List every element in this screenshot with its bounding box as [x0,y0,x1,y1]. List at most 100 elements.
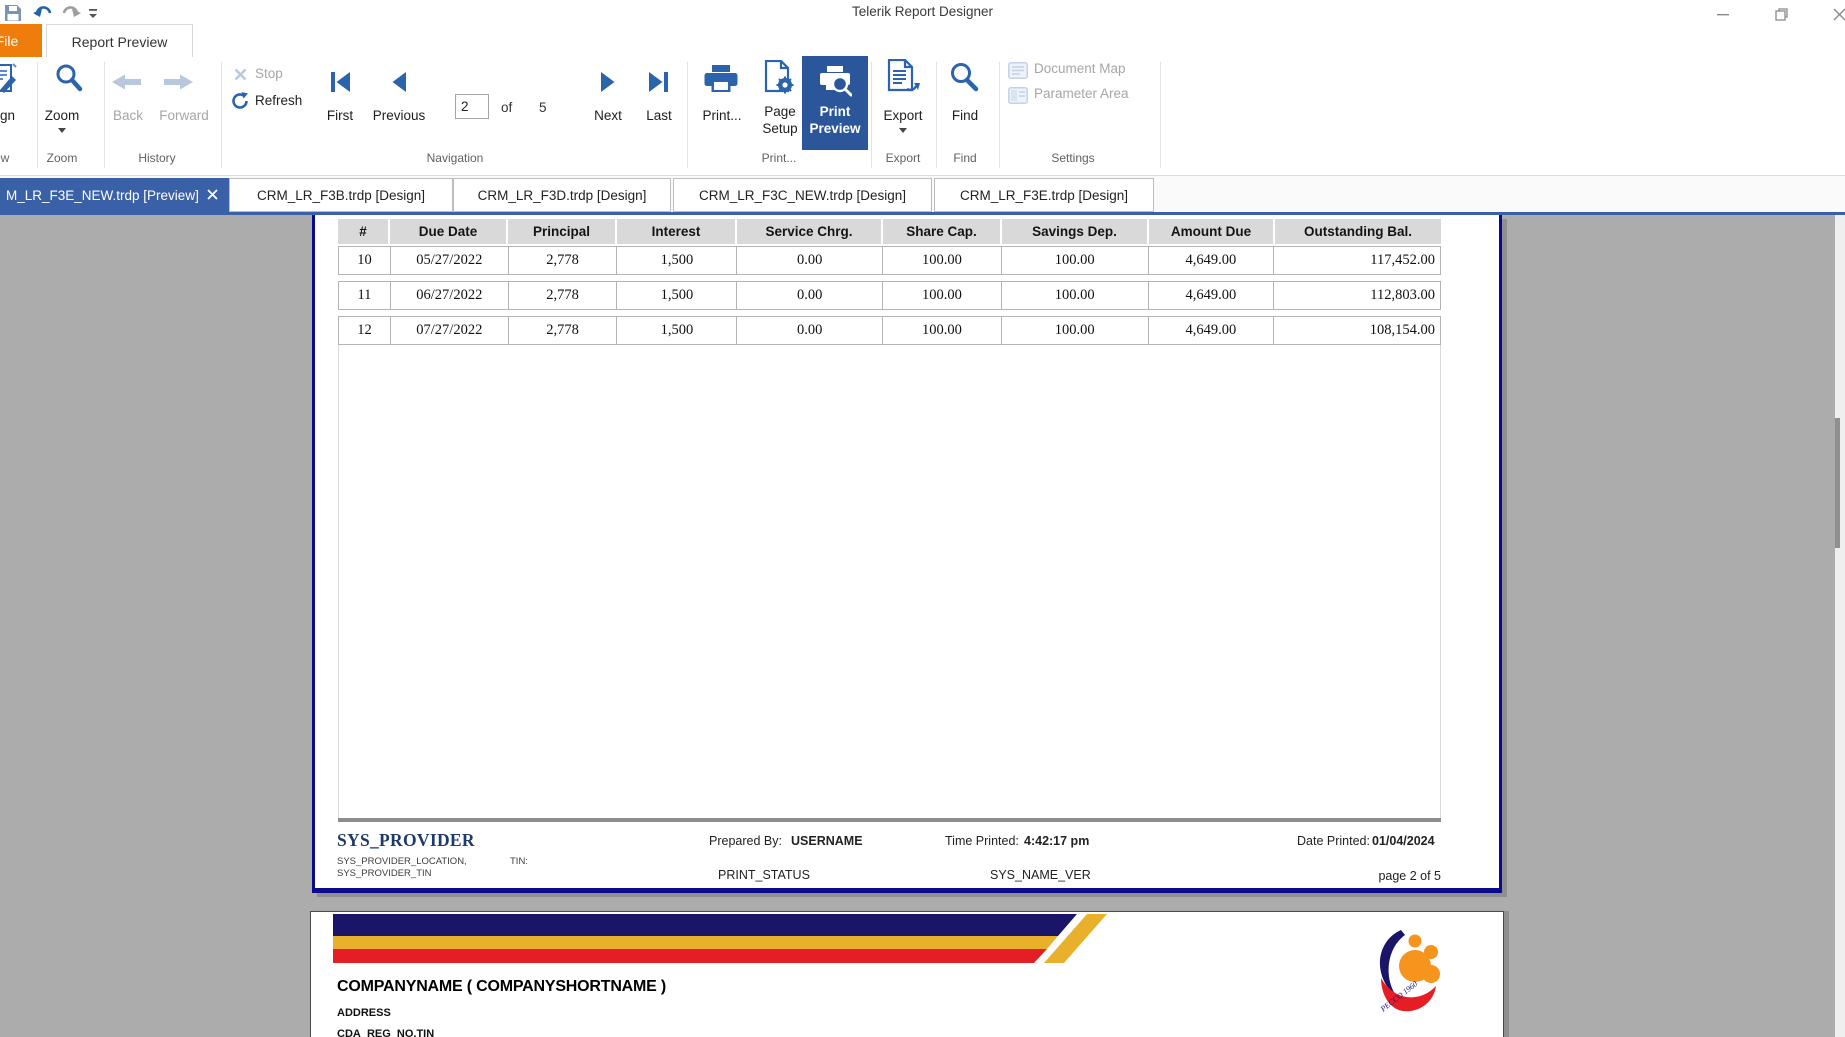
last-button[interactable]: Last [637,108,681,123]
footer-provider-location: SYS_PROVIDER_LOCATION, [337,856,467,867]
footer-provider: SYS_PROVIDER [337,830,475,850]
footer-page-info: page 2 of 5 [1378,869,1441,883]
telerik-report-designer-window: Telerik Report Designer File Report Prev… [0,0,1845,1037]
col-header: Due Date [390,219,508,244]
group-label-navigation: Navigation [426,151,484,165]
refresh-button[interactable]: Refresh [255,93,315,108]
export-icon[interactable] [885,58,921,100]
export-dropdown-icon[interactable] [899,128,907,133]
pecco-logo: PECCO 1960 [1378,930,1440,1014]
tab-close-icon[interactable] [206,188,219,204]
document-map-toggle: Document Map [1034,61,1126,76]
stop-button: Stop [255,66,283,81]
table-row: 12 07/27/2022 2,778 1,500 0.00 100.00 10… [338,316,1441,345]
find-icon[interactable] [949,62,979,97]
zoom-button[interactable]: Zoom [27,108,97,123]
page-of-label: of [501,100,513,115]
zoom-icon[interactable] [55,63,83,98]
col-header: Service Chrg. [737,219,883,244]
print-button[interactable]: Print... [693,108,751,123]
table-row: 10 05/27/2022 2,778 1,500 0.00 100.00 10… [338,246,1441,275]
group-label-zoom: Zoom [46,151,78,165]
back-button: Back [112,108,143,123]
doc-tab-f3b[interactable]: CRM_LR_F3B.trdp [Design] [229,178,453,212]
footer-time-label: Time Printed: [945,834,1019,848]
tab-report-preview[interactable]: Report Preview [46,24,193,58]
table-header-row: # Due Date Principal Interest Service Ch… [338,219,1441,244]
zoom-dropdown-icon[interactable] [58,128,66,133]
vertical-scrollbar[interactable] [1835,215,1845,1037]
restore-icon [1774,7,1788,21]
print-preview-icon [818,64,853,103]
footer-sys-name-ver: SYS_NAME_VER [990,868,1091,882]
doc-tab-f3e[interactable]: CRM_LR_F3E.trdp [Design] [934,178,1154,212]
page-total-label: 5 [539,100,547,115]
minimize-icon [1717,14,1729,16]
footer-print-status: PRINT_STATUS [718,868,810,882]
undo-icon[interactable] [33,5,54,26]
footer-provider-tin: SYS_PROVIDER_TIN [337,868,432,879]
company-address: ADDRESS [337,1007,391,1019]
footer-time-value: 4:42:17 pm [1024,834,1090,848]
company-name: COMPANYNAME ( COMPANYSHORTNAME ) [337,978,666,995]
page-setup-button[interactable]: Page [752,104,808,119]
forward-arrow-icon [163,74,193,95]
window-title: Telerik Report Designer [851,4,994,19]
group-label-export: Export [885,151,921,165]
group-label-history: History [138,151,176,165]
footer-tin-label: TIN: [510,856,528,867]
first-button[interactable]: First [314,108,366,123]
export-button[interactable]: Export [874,108,932,123]
design-icon[interactable] [0,62,18,101]
close-icon [1833,8,1845,20]
parameter-area-toggle: Parameter Area [1034,86,1129,101]
col-header: Interest [617,219,737,244]
find-button[interactable]: Find [944,108,986,123]
previous-button[interactable]: Previous [366,108,432,123]
page-setup-button-line2[interactable]: Setup [752,121,808,136]
next-icon[interactable] [599,70,617,99]
footer-divider [338,818,1441,822]
footer-date-label: Date Printed: [1297,834,1370,848]
group-label-find: Find [953,151,977,165]
doc-tab-preview[interactable]: M_LR_F3E_NEW.trdp [Preview] [0,178,229,212]
last-icon[interactable] [648,70,670,99]
forward-button: Forward [159,108,209,123]
print-preview-button[interactable]: Print Preview [802,56,868,150]
footer-prepared-label: Prepared By: [709,834,782,848]
restore-button[interactable] [1764,4,1798,24]
footer-date-value: 01/04/2024 [1372,834,1435,848]
document-map-icon [1008,62,1028,84]
col-header: Principal [508,219,617,244]
qat-customize-icon[interactable] [88,7,98,25]
table-row: 11 06/27/2022 2,778 1,500 0.00 100.00 10… [338,281,1441,310]
doc-tab-f3d[interactable]: CRM_LR_F3D.trdp [Design] [453,178,671,212]
vertical-scrollbar-thumb[interactable] [1835,418,1840,548]
col-header: # [338,219,390,244]
page-setup-icon[interactable] [761,59,795,99]
group-label-settings: Settings [1051,151,1095,165]
minimize-button[interactable] [1706,4,1740,24]
back-arrow-icon [112,74,142,95]
previous-icon[interactable] [390,70,408,99]
first-icon[interactable] [329,70,351,99]
col-header: Amount Due [1149,219,1275,244]
company-reg-tin: CDA_REG_NO,TIN [337,1028,435,1037]
close-button[interactable] [1822,4,1845,24]
page-number-input[interactable]: 2 [455,94,489,119]
redo-icon[interactable] [60,5,81,26]
refresh-icon[interactable] [231,92,249,115]
title-bar: Telerik Report Designer [0,0,1845,28]
tab-file[interactable]: File [0,24,42,58]
next-button[interactable]: Next [584,108,632,123]
col-header: Savings Dep. [1002,219,1149,244]
footer-prepared-value: USERNAME [791,834,863,848]
group-label-print: Print... [761,151,797,165]
stop-icon [234,68,247,86]
col-header: Outstanding Bal. [1275,219,1441,244]
doc-tab-f3c-new[interactable]: CRM_LR_F3C_NEW.trdp [Design] [673,178,932,212]
masthead-stripes [333,914,1107,963]
print-icon[interactable] [704,64,738,101]
col-header: Share Cap. [883,219,1002,244]
parameter-area-icon [1008,87,1028,109]
